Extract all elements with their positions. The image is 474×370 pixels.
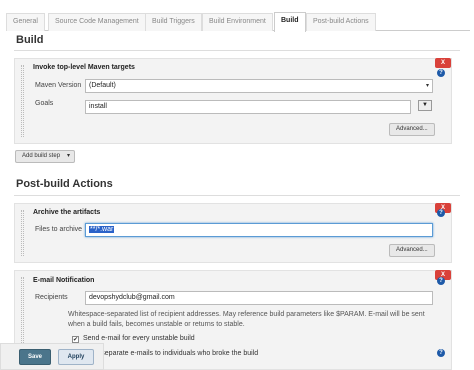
drag-handle[interactable] [21,65,24,137]
add-build-step-button[interactable]: Add build step ▾ [15,150,76,163]
step-title: Archive the artifacts [33,209,101,216]
recipients-help-text: Whitespace-separated list of recipient a… [68,311,425,328]
help-icon[interactable]: ? [437,349,445,357]
delete-step-button[interactable]: X [435,58,451,68]
help-icon[interactable]: ? [437,69,445,77]
step-title: Invoke top-level Maven targets [33,64,135,71]
help-icon[interactable]: ? [437,277,445,285]
maven-version-value: (Default) [89,82,116,89]
tab-post-build-actions[interactable]: Post-build Actions [306,13,376,31]
add-build-step-label: Add build step [22,153,61,159]
goals-input[interactable]: install [85,100,411,114]
checkbox-label: Send separate e-mails to individuals who… [83,350,259,357]
chevron-down-icon: ▾ [67,153,71,159]
advanced-button[interactable]: Advanced... [389,244,435,257]
tab-general[interactable]: General [6,13,45,31]
maven-version-select[interactable]: (Default) ▾ [85,79,433,93]
save-button[interactable]: Save [19,349,51,365]
drag-handle[interactable] [21,210,24,256]
files-to-archive-label: Files to archive [35,226,83,233]
config-tabbar: General Source Code Management Build Tri… [6,10,470,32]
recipients-label: Recipients [35,294,68,301]
step-title: E-mail Notification [33,277,95,284]
archive-artifacts-step: Archive the artifacts X Files to archive… [14,203,452,263]
tab-build[interactable]: Build [274,12,306,32]
tab-build-triggers[interactable]: Build Triggers [145,13,202,31]
post-build-section-title: Post-build Actions [16,178,113,190]
checkbox-label: Send e-mail for every unstable build [83,335,195,342]
expand-textbox-button[interactable]: ▼ [418,100,432,111]
divider [14,195,460,196]
apply-button[interactable]: Apply [58,349,94,365]
files-to-archive-input[interactable]: **/*.war [85,223,433,237]
selected-text: **/*.war [89,226,115,233]
checkbox[interactable]: ✔ [72,336,79,343]
tab-source-code-management[interactable]: Source Code Management [48,13,146,31]
maven-build-step: Invoke top-level Maven targets X Maven V… [14,58,452,144]
goals-label: Goals [35,100,54,107]
maven-version-label: Maven Version [35,82,82,89]
save-apply-bar: Save Apply [0,343,104,370]
chevron-down-icon: ▾ [425,83,429,89]
tab-build-environment[interactable]: Build Environment [202,13,273,31]
recipients-input[interactable]: devopshydclub@gmail.com [85,291,433,305]
divider [14,50,460,51]
advanced-button[interactable]: Advanced... [389,123,435,136]
unstable-build-checkbox-row[interactable]: ✔ Send e-mail for every unstable build [72,335,195,343]
build-section-title: Build [16,34,44,46]
help-icon[interactable]: ? [437,209,445,217]
